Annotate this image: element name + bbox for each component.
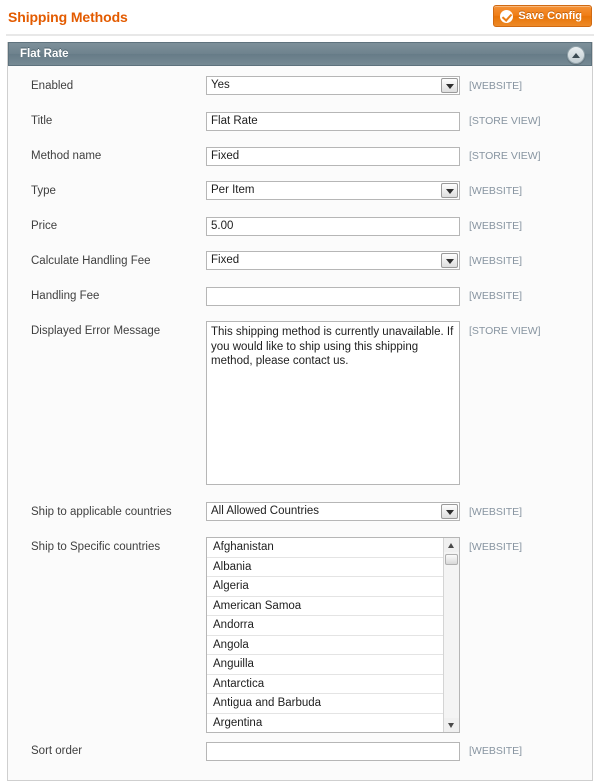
method-name-input[interactable] (206, 146, 460, 166)
field-enabled: Yes (206, 76, 461, 95)
calculate-handling-fee-select[interactable]: Fixed (206, 251, 460, 270)
country-option[interactable]: Argentina (207, 714, 443, 733)
country-option[interactable]: Afghanistan (207, 538, 443, 558)
field-row-title: Title [STORE VIEW] (8, 111, 592, 138)
chevron-down-icon[interactable] (441, 183, 458, 198)
save-config-label: Save Config (518, 10, 582, 22)
field-ship-to-applicable-countries: All Allowed Countries (206, 502, 461, 521)
field-row-calculate-handling-fee: Calculate Handling Fee Fixed [WEBSITE] (8, 251, 592, 278)
label-handling-fee: Handling Fee (31, 290, 100, 302)
label-displayed-error-message: Displayed Error Message (31, 325, 161, 337)
flat-rate-panel-body: Enabled Yes [WEBSITE] Title [STORE VIEW]… (8, 66, 592, 780)
country-option-list[interactable]: Afghanistan Albania Algeria American Samoa A… (207, 538, 443, 732)
label-calculate-handling-fee: Calculate Handling Fee (31, 255, 151, 267)
field-row-displayed-error-message: Displayed Error Message This shipping me… (8, 321, 592, 490)
save-config-button[interactable]: Save Config (493, 5, 592, 27)
field-row-type: Type Per Item [WEBSITE] (8, 181, 592, 208)
label-ship-to-specific-countries: Ship to Specific countries (31, 541, 161, 553)
field-row-handling-fee: Handling Fee [WEBSITE] (8, 286, 592, 313)
label-enabled: Enabled (31, 80, 74, 92)
field-row-ship-to-specific-countries: Ship to Specific countries Afghanistan Al… (8, 537, 592, 733)
chevron-down-icon[interactable] (441, 253, 458, 268)
field-row-method-name: Method name [STORE VIEW] (8, 146, 592, 173)
scope-ship-to-applicable-countries: [WEBSITE] (469, 506, 523, 518)
field-title (206, 111, 461, 131)
label-ship-to-applicable-countries: Ship to applicable countries (31, 506, 172, 518)
ship-to-applicable-countries-value: All Allowed Countries (211, 505, 320, 517)
ship-to-specific-countries-multiselect[interactable]: Afghanistan Albania Algeria American Samoa A… (206, 537, 460, 733)
label-method-name: Method name (31, 150, 102, 162)
scope-enabled: [WEBSITE] (469, 80, 523, 92)
sort-order-input[interactable] (206, 741, 460, 761)
scroll-down-arrow-icon[interactable] (444, 718, 459, 732)
type-select[interactable]: Per Item (206, 181, 460, 200)
title-input[interactable] (206, 111, 460, 131)
field-handling-fee (206, 286, 461, 306)
scope-title: [STORE VIEW] (469, 115, 541, 127)
scope-price: [WEBSITE] (469, 220, 523, 232)
scope-handling-fee: [WEBSITE] (469, 290, 523, 302)
scroll-up-arrow-icon[interactable] (444, 538, 459, 552)
field-ship-to-specific-countries: Afghanistan Albania Algeria American Samoa A… (206, 537, 461, 733)
field-type: Per Item (206, 181, 461, 200)
country-option[interactable]: Algeria (207, 577, 443, 597)
country-option[interactable]: American Samoa (207, 597, 443, 616)
field-displayed-error-message: This shipping method is currently unavai… (206, 321, 461, 490)
page-title: Shipping Methods (8, 9, 128, 25)
chevron-down-icon[interactable] (441, 504, 458, 519)
flat-rate-panel-title: Flat Rate (20, 48, 69, 60)
country-option[interactable]: Anguilla (207, 655, 443, 675)
country-option[interactable]: Antigua and Barbuda (207, 694, 443, 714)
scope-displayed-error-message: [STORE VIEW] (469, 325, 541, 337)
enabled-select-value: Yes (211, 79, 230, 91)
ship-to-applicable-countries-select[interactable]: All Allowed Countries (206, 502, 460, 521)
enabled-select[interactable]: Yes (206, 76, 460, 95)
type-select-value: Per Item (211, 184, 255, 196)
field-row-enabled: Enabled Yes [WEBSITE] (8, 76, 592, 103)
country-list-scrollbar[interactable] (443, 538, 459, 732)
label-sort-order: Sort order (31, 745, 83, 757)
scrollbar-thumb[interactable] (445, 554, 458, 565)
scope-sort-order: [WEBSITE] (469, 745, 523, 757)
chevron-up-icon[interactable] (567, 46, 585, 64)
calculate-handling-fee-value: Fixed (211, 254, 240, 266)
field-row-ship-to-applicable-countries: Ship to applicable countries All Allowed… (8, 502, 592, 529)
field-price (206, 216, 461, 236)
field-row-price: Price [WEBSITE] (8, 216, 592, 243)
country-option[interactable]: Antarctica (207, 675, 443, 694)
field-row-sort-order: Sort order [WEBSITE] (8, 741, 592, 768)
flat-rate-panel: Flat Rate Enabled Yes [WEBSITE] Title [S… (7, 42, 593, 781)
label-type: Type (31, 185, 56, 197)
header-divider (6, 34, 594, 36)
displayed-error-message-textarea[interactable]: This shipping method is currently unavai… (206, 321, 460, 485)
check-circle-icon (500, 9, 514, 23)
country-option[interactable]: Andorra (207, 616, 443, 636)
field-sort-order (206, 741, 461, 761)
handling-fee-input[interactable] (206, 286, 460, 306)
label-title: Title (31, 115, 53, 127)
chevron-down-icon[interactable] (441, 78, 458, 93)
flat-rate-panel-header[interactable]: Flat Rate (8, 42, 592, 66)
country-option[interactable]: Angola (207, 636, 443, 655)
page-header: Shipping Methods Save Config (0, 0, 600, 38)
price-input[interactable] (206, 216, 460, 236)
scope-method-name: [STORE VIEW] (469, 150, 541, 162)
label-price: Price (31, 220, 58, 232)
scope-type: [WEBSITE] (469, 185, 523, 197)
field-method-name (206, 146, 461, 166)
field-calculate-handling-fee: Fixed (206, 251, 461, 270)
scope-calculate-handling-fee: [WEBSITE] (469, 255, 523, 267)
scope-ship-to-specific-countries: [WEBSITE] (469, 541, 523, 553)
country-option[interactable]: Albania (207, 558, 443, 577)
